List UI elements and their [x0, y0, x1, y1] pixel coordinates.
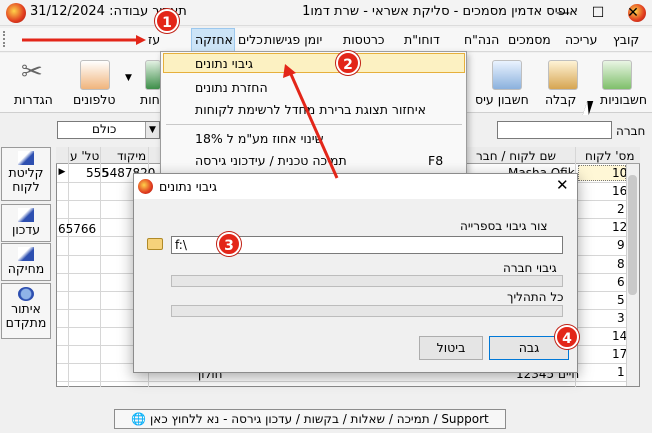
annotation-badge-4: 4	[555, 325, 579, 349]
annotation-arrowhead-2	[283, 64, 296, 78]
annotation-arrow-2	[288, 71, 339, 179]
annotation-arrows	[22, 35, 339, 179]
annotation-arrowhead-1	[136, 35, 146, 45]
annotation-badge-3: 3	[217, 232, 241, 256]
annotation-badge-1: 1	[155, 9, 179, 33]
annotation-badge-2: 2	[336, 51, 360, 75]
